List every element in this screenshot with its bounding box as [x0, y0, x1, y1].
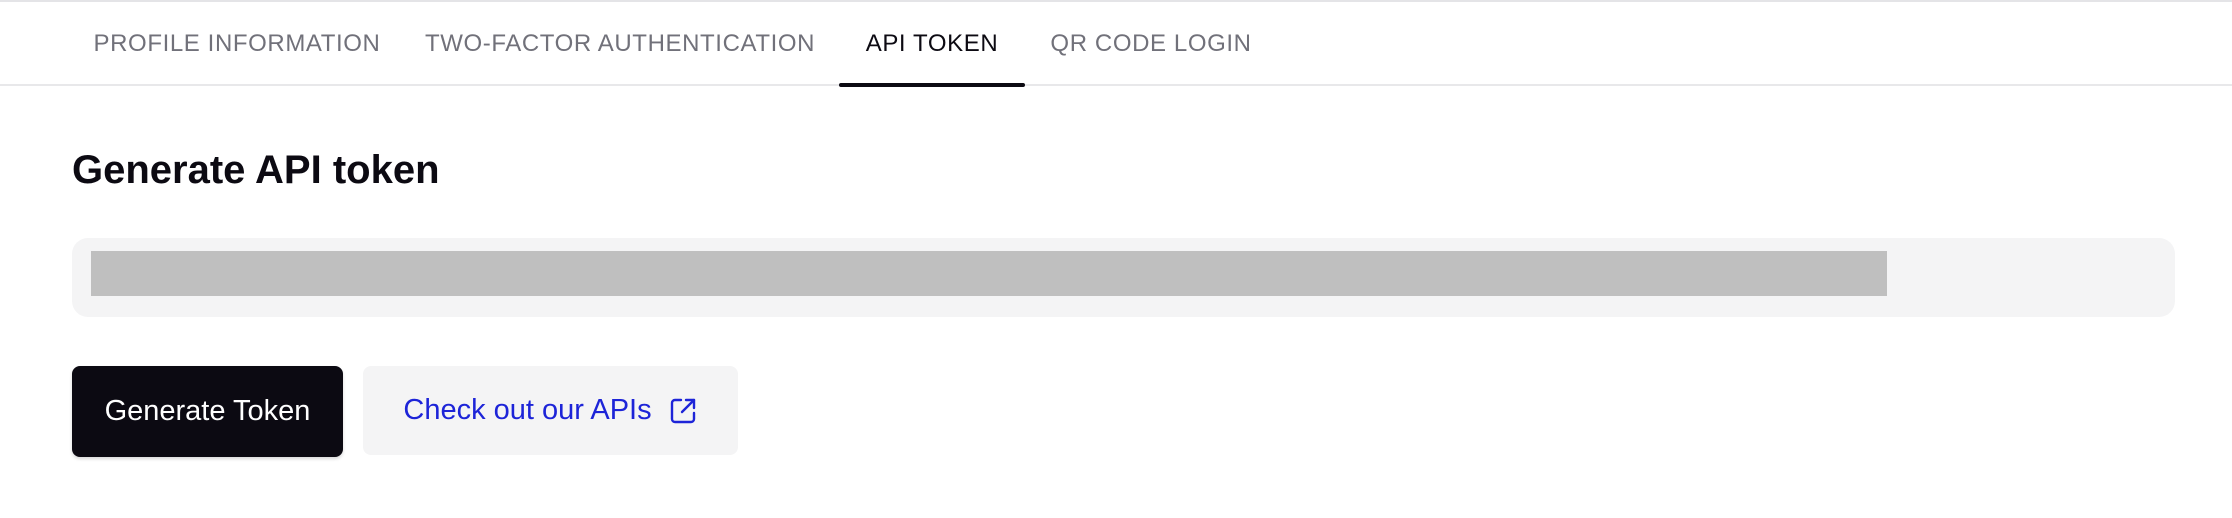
tab-api-token[interactable]: API TOKEN [839, 2, 1025, 86]
redacted-token-value [91, 251, 1887, 296]
check-out-apis-button[interactable]: Check out our APIs [363, 366, 738, 455]
active-tab-indicator [839, 83, 1025, 87]
api-token-settings-page: PROFILE INFORMATION TWO-FACTOR AUTHENTIC… [0, 0, 2232, 518]
tab-profile-information[interactable]: PROFILE INFORMATION [94, 2, 380, 86]
generate-token-button[interactable]: Generate Token [72, 366, 343, 457]
tab-qr-code-login[interactable]: QR CODE LOGIN [1050, 2, 1251, 86]
api-token-field[interactable] [72, 238, 2175, 317]
tab-two-factor-authentication[interactable]: TWO-FACTOR AUTHENTICATION [425, 2, 815, 86]
page-title: Generate API token [72, 148, 440, 192]
external-link-icon [668, 396, 698, 426]
check-out-apis-label: Check out our APIs [403, 394, 652, 426]
settings-tabs: PROFILE INFORMATION TWO-FACTOR AUTHENTIC… [0, 2, 2232, 87]
